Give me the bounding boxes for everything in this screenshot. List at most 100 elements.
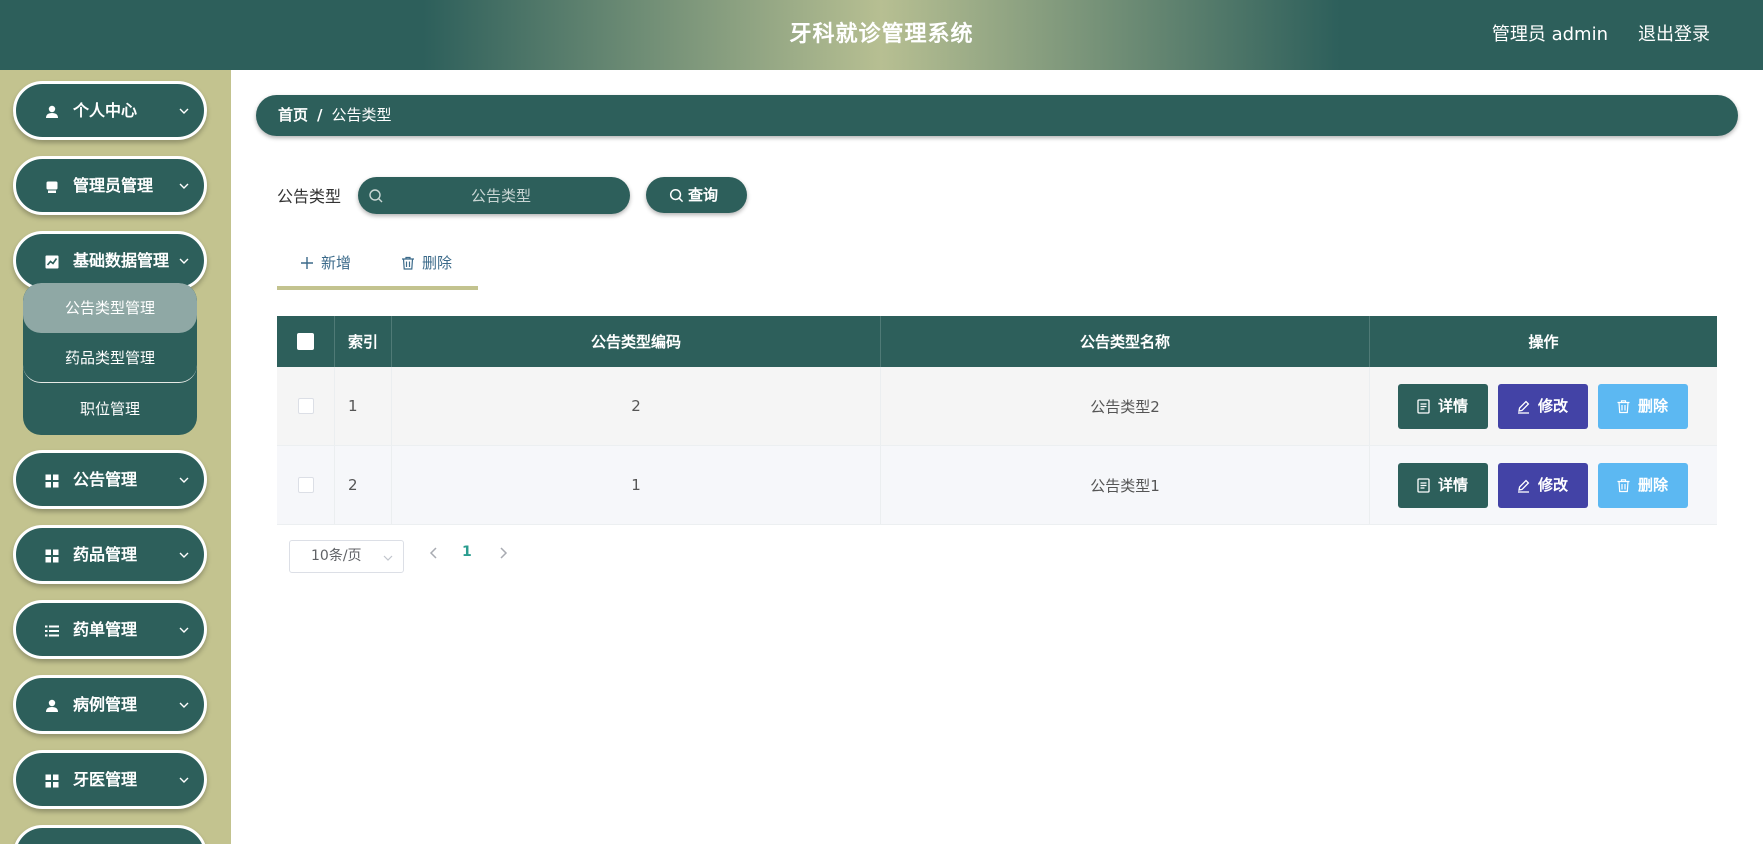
search-input[interactable] — [388, 177, 614, 214]
chevron-right-icon[interactable] — [496, 545, 510, 561]
sidebar-item-personal-center[interactable]: 个人中心 — [13, 81, 207, 140]
sidebar-item-label: 基础数据管理 — [73, 251, 170, 270]
chevron-down-icon — [383, 555, 393, 561]
document-icon — [1417, 399, 1430, 414]
plus-icon — [301, 257, 313, 269]
grid-icon — [45, 774, 59, 788]
sidebar-item-label: 药单管理 — [73, 620, 138, 639]
sidebar: 个人中心 管理员管理 基础数据管理 公告类型管理 药品类型管理 职位管理 公告管… — [0, 70, 231, 844]
header-checkbox-cell — [277, 316, 335, 367]
logout-button[interactable]: 退出登录 — [1638, 0, 1710, 70]
add-button[interactable]: 新增 — [300, 248, 360, 278]
row-name: 公告类型2 — [881, 367, 1370, 445]
sidebar-item-dentist-management[interactable]: 牙医管理 — [13, 750, 207, 809]
sidebar-item-prescription-management[interactable]: 药单管理 — [13, 600, 207, 659]
row-ops: 详情 修改 删除 — [1370, 367, 1717, 445]
chevron-down-icon — [179, 477, 189, 483]
row-checkbox-cell — [277, 446, 335, 524]
row-checkbox[interactable] — [297, 398, 314, 414]
trash-icon — [1617, 400, 1630, 414]
row-checkbox-cell — [277, 367, 335, 445]
chevron-down-icon — [179, 777, 189, 783]
list-icon — [45, 625, 59, 637]
sidebar-item-medicine-management[interactable]: 药品管理 — [13, 525, 207, 584]
sidebar-item-label: 牙医管理 — [73, 770, 138, 789]
page-size-value: 10条/页 — [311, 548, 362, 564]
detail-button-label: 详情 — [1438, 476, 1469, 494]
sidebar-item-label: 病例管理 — [73, 695, 138, 714]
row-index: 1 — [335, 367, 392, 445]
grid-icon — [45, 549, 59, 563]
chevron-down-icon — [179, 183, 189, 189]
trash-icon — [1617, 479, 1630, 493]
edit-button[interactable]: 修改 — [1498, 463, 1588, 508]
sidebar-item-label: 个人中心 — [73, 101, 138, 120]
chevron-down-icon — [179, 552, 189, 558]
chevron-down-icon — [179, 108, 189, 114]
page-size-select[interactable]: 10条/页 — [289, 540, 404, 573]
table-row: 1 2 公告类型2 详情 修改 删除 — [277, 367, 1717, 446]
current-user-label: 管理员 admin — [1491, 24, 1608, 45]
search-icon — [369, 189, 383, 203]
table-header: 索引 公告类型编码 公告类型名称 操作 — [277, 316, 1717, 367]
row-code: 2 — [392, 367, 881, 445]
delete-button-label: 删除 — [1638, 476, 1669, 494]
add-button-label: 新增 — [321, 254, 352, 272]
query-button[interactable]: 查询 — [646, 177, 747, 213]
detail-button-label: 详情 — [1438, 397, 1469, 415]
row-index: 2 — [335, 446, 392, 524]
pencil-icon — [1518, 479, 1530, 493]
search-field-wrapper — [358, 177, 630, 214]
submenu-item-medicine-type[interactable]: 药品类型管理 — [23, 333, 197, 383]
select-all-checkbox[interactable] — [297, 333, 314, 350]
delete-button-label: 删除 — [1638, 397, 1669, 415]
header-index: 索引 — [335, 316, 392, 367]
sidebar-item-admin-management[interactable]: 管理员管理 — [13, 156, 207, 215]
sidebar-item-label: 药品管理 — [73, 545, 138, 564]
pencil-icon — [1518, 400, 1530, 414]
detail-button[interactable]: 详情 — [1398, 384, 1488, 429]
chevron-down-icon — [179, 702, 189, 708]
sidebar-item-case-management[interactable]: 病例管理 — [13, 675, 207, 734]
submenu-item-position[interactable]: 职位管理 — [23, 384, 197, 434]
document-icon — [1417, 478, 1430, 493]
trash-icon — [402, 256, 414, 270]
table-row: 2 1 公告类型1 详情 修改 删除 — [277, 446, 1717, 525]
sidebar-item-basic-data[interactable]: 基础数据管理 — [13, 231, 207, 290]
delete-button[interactable]: 删除 — [1598, 384, 1688, 429]
breadcrumb-current: 公告类型 — [331, 106, 392, 124]
user-icon — [46, 699, 58, 712]
breadcrumb: 首页 / 公告类型 — [256, 95, 1738, 136]
row-name: 公告类型1 — [881, 446, 1370, 524]
row-ops: 详情 修改 删除 — [1370, 446, 1717, 524]
edit-button[interactable]: 修改 — [1498, 384, 1588, 429]
delete-button[interactable]: 删除 — [1598, 463, 1688, 508]
user-icon — [46, 105, 58, 118]
detail-button[interactable]: 详情 — [1398, 463, 1488, 508]
batch-delete-button[interactable]: 删除 — [401, 248, 461, 278]
sidebar-item-more[interactable] — [13, 825, 207, 844]
chevron-down-icon — [179, 627, 189, 633]
chevron-down-icon — [179, 258, 189, 264]
row-checkbox[interactable] — [297, 477, 314, 493]
sidebar-item-notice-management[interactable]: 公告管理 — [13, 450, 207, 509]
search-icon — [669, 188, 684, 203]
chart-icon — [45, 255, 59, 269]
row-code: 1 — [392, 446, 881, 524]
header-name: 公告类型名称 — [881, 316, 1370, 367]
page-number-current[interactable]: 1 — [462, 544, 472, 560]
action-toolbar: 新增 删除 — [277, 248, 478, 290]
query-button-label: 查询 — [688, 186, 719, 204]
breadcrumb-separator: / — [317, 106, 323, 124]
search-label: 公告类型 — [277, 187, 342, 206]
top-header: 牙科就诊管理系统 管理员 admin 退出登录 — [0, 0, 1763, 70]
header-ops: 操作 — [1528, 333, 1559, 351]
breadcrumb-home[interactable]: 首页 — [278, 106, 308, 124]
grid-icon — [45, 474, 59, 488]
sidebar-item-label: 公告管理 — [73, 470, 138, 489]
edit-button-label: 修改 — [1538, 397, 1569, 415]
header-code: 公告类型编码 — [392, 316, 881, 367]
submenu-item-notice-type[interactable]: 公告类型管理 — [23, 283, 197, 333]
edit-button-label: 修改 — [1538, 476, 1569, 494]
chevron-left-icon[interactable] — [427, 545, 441, 561]
